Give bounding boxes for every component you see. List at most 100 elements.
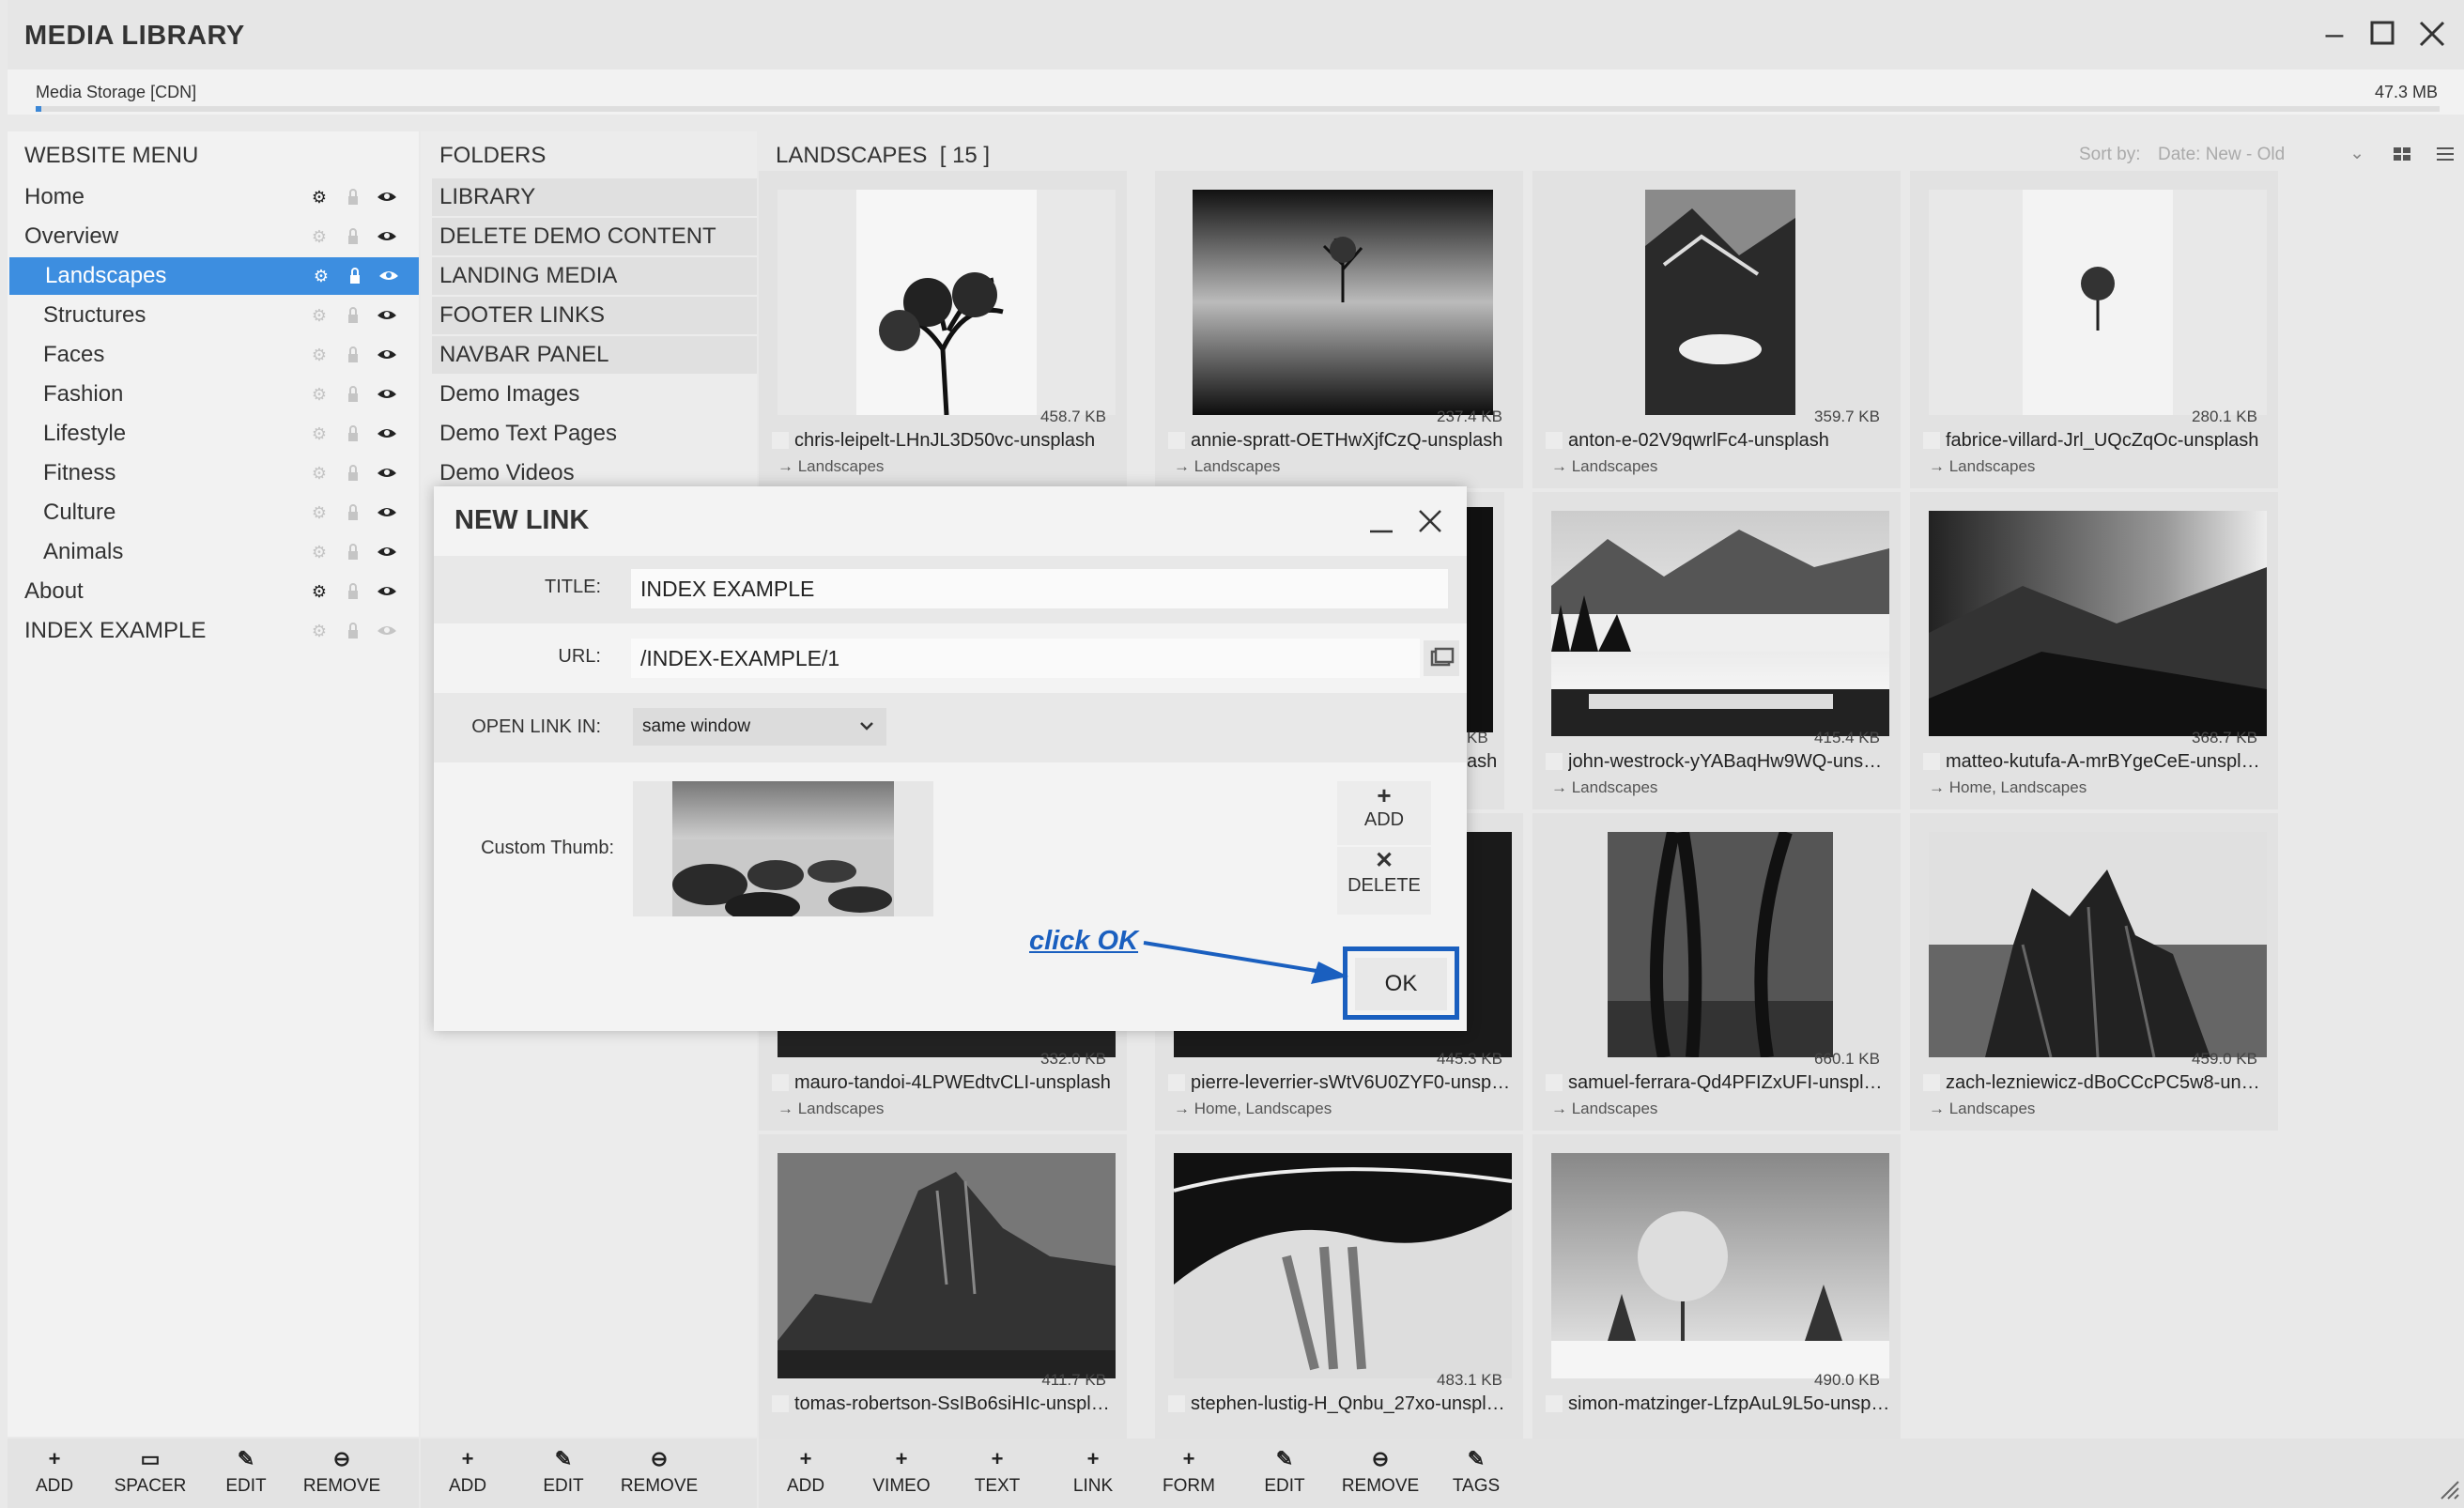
media-link-button[interactable]: + LINK — [1046, 1448, 1140, 1504]
media-edit-button[interactable]: ✎ EDIT — [1238, 1448, 1332, 1504]
folders-edit-button[interactable]: ✎ EDIT — [516, 1448, 610, 1504]
select-checkbox[interactable] — [772, 432, 789, 449]
gear-icon[interactable]: ⚙ — [308, 297, 331, 334]
ok-button[interactable]: OK — [1355, 958, 1447, 1010]
select-checkbox[interactable] — [772, 1395, 789, 1412]
gear-icon[interactable]: ⚙ — [308, 454, 331, 492]
media-thumbnail[interactable] — [1551, 832, 1889, 1057]
url-input[interactable]: /INDEX-EXAMPLE/1 — [631, 639, 1420, 678]
select-checkbox[interactable] — [1168, 1395, 1185, 1412]
menu-item-fitness[interactable]: Fitness ⚙ — [8, 454, 419, 492]
list-view-icon[interactable] — [2434, 143, 2456, 165]
media-thumbnail[interactable] — [1929, 832, 2267, 1057]
media-tile[interactable]: 483.1 KB stephen-lustig-H_Qnbu_27xo-unspl… — [1155, 1134, 1523, 1452]
lock-icon[interactable] — [342, 612, 364, 663]
select-checkbox[interactable] — [1168, 432, 1185, 449]
menu-item-landscapes[interactable]: Landscapes ⚙ — [9, 257, 419, 295]
media-thumbnail[interactable] — [1174, 1153, 1512, 1378]
folder-item-delete-demo-content[interactable]: DELETE DEMO CONTENT — [432, 218, 757, 255]
select-checkbox[interactable] — [1546, 432, 1563, 449]
media-add-button[interactable]: + ADD — [759, 1448, 853, 1504]
resize-grip-icon[interactable] — [2438, 1478, 2460, 1500]
media-text-button[interactable]: + TEXT — [950, 1448, 1044, 1504]
gear-icon[interactable]: ⚙ — [308, 612, 331, 650]
media-thumbnail[interactable] — [778, 190, 1116, 415]
folder-item-navbar-panel[interactable]: NAVBAR PANEL — [432, 336, 757, 374]
select-checkbox[interactable] — [772, 1074, 789, 1091]
sort-select[interactable]: Date: New - Old ⌄ — [2158, 144, 2364, 165]
menu-item-overview[interactable]: Overview ⚙ — [8, 218, 419, 255]
menu-item-animals[interactable]: Animals ⚙ — [8, 533, 419, 571]
gear-icon[interactable]: ⚙ — [308, 336, 331, 374]
gear-icon[interactable]: ⚙ — [308, 376, 331, 413]
title-input[interactable]: INDEX EXAMPLE — [631, 569, 1448, 608]
menu-item-structures[interactable]: Structures ⚙ — [8, 297, 419, 334]
media-tile[interactable]: 490.0 KB simon-matzinger-LfzpAuL9L5o-unsp… — [1532, 1134, 1901, 1452]
gear-icon[interactable]: ⚙ — [308, 573, 331, 610]
menu-remove-button[interactable]: ⊖ REMOVE — [295, 1448, 389, 1504]
gear-icon[interactable]: ⚙ — [308, 533, 331, 571]
menu-item-lifestyle[interactable]: Lifestyle ⚙ — [8, 415, 419, 453]
folders-add-button[interactable]: + ADD — [421, 1448, 515, 1504]
media-form-button[interactable]: + FORM — [1142, 1448, 1236, 1504]
gear-icon[interactable]: ⚙ — [308, 218, 331, 255]
menu-edit-button[interactable]: ✎ EDIT — [199, 1448, 293, 1504]
media-tile[interactable]: 458.7 KB chris-leipelt-LHnJL3D50vc-unspla… — [759, 171, 1127, 488]
media-tile[interactable]: 359.7 KB anton-e-02V9qwrlFc4-unsplash → La… — [1532, 171, 1901, 488]
gear-icon[interactable]: ⚙ — [308, 178, 331, 216]
select-checkbox[interactable] — [1168, 1074, 1185, 1091]
media-vimeo-button[interactable]: + VIMEO — [855, 1448, 948, 1504]
custom-thumb-image[interactable] — [672, 781, 894, 916]
folder-item-library[interactable]: LIBRARY — [432, 178, 757, 216]
gear-icon[interactable]: ⚙ — [308, 494, 331, 531]
media-tile[interactable]: 660.1 KB samuel-ferrara-Qd4PFIZxUFI-unspl… — [1532, 813, 1901, 1131]
gear-icon[interactable]: ⚙ — [310, 257, 332, 295]
menu-item-culture[interactable]: Culture ⚙ — [8, 494, 419, 531]
link-picker-icon[interactable] — [1424, 640, 1459, 676]
menu-item-about[interactable]: About ⚙ — [8, 573, 419, 610]
folder-item-landing-media[interactable]: LANDING MEDIA — [432, 257, 757, 295]
menu-item-faces[interactable]: Faces ⚙ — [8, 336, 419, 374]
media-tile[interactable]: 368.7 KB matteo-kutufa-A-mrBYgeCeE-unspla… — [1910, 492, 2278, 809]
dialog-close-icon[interactable] — [1416, 505, 1444, 539]
maximize-icon[interactable] — [2364, 15, 2402, 53]
thumb-add-button[interactable]: + ADD — [1337, 781, 1431, 845]
dialog-minimize-icon[interactable] — [1367, 505, 1395, 539]
media-thumbnail[interactable] — [1551, 511, 1889, 736]
eye-icon[interactable] — [376, 612, 398, 663]
select-checkbox[interactable] — [1546, 1074, 1563, 1091]
menu-spacer-button[interactable]: ▭ SPACER — [103, 1448, 197, 1504]
media-thumbnail[interactable] — [1551, 1153, 1889, 1378]
media-thumbnail[interactable] — [1929, 511, 2267, 736]
media-remove-button[interactable]: ⊖ REMOVE — [1333, 1448, 1427, 1504]
media-tile[interactable]: 459.0 KB zach-lezniewicz-dBoCCcPC5w8-unsp… — [1910, 813, 2278, 1131]
menu-add-button[interactable]: + ADD — [8, 1448, 101, 1504]
media-tile[interactable]: 280.1 KB fabrice-villard-Jrl_UQcZqOc-unsp… — [1910, 171, 2278, 488]
media-tile[interactable]: 415.4 KB john-westrock-yYABaqHw9WQ-unspla… — [1532, 492, 1901, 809]
menu-item-index-example[interactable]: INDEX EXAMPLE ⚙ — [8, 612, 419, 650]
thumb-delete-button[interactable]: ✕ DELETE — [1337, 847, 1431, 915]
gear-icon[interactable]: ⚙ — [308, 415, 331, 453]
close-icon[interactable] — [2413, 15, 2451, 53]
media-tags-button[interactable]: ✎ TAGS — [1429, 1448, 1523, 1504]
media-thumbnail[interactable] — [778, 1153, 1116, 1378]
select-checkbox[interactable] — [1923, 432, 1940, 449]
select-checkbox[interactable] — [1923, 1074, 1940, 1091]
folder-item-demo-images[interactable]: Demo Images — [432, 376, 757, 413]
minimize-icon[interactable]: – — [2316, 15, 2353, 53]
folder-item-footer-links[interactable]: FOOTER LINKS — [432, 297, 757, 334]
menu-item-home[interactable]: Home ⚙ — [8, 178, 419, 216]
menu-item-fashion[interactable]: Fashion ⚙ — [8, 376, 419, 413]
media-thumbnail[interactable] — [1929, 190, 2267, 415]
media-thumbnail[interactable] — [1174, 190, 1512, 415]
media-tile[interactable]: 411.7 KB tomas-robertson-SsIBo6siHIc-unsp… — [759, 1134, 1127, 1452]
open-link-select[interactable]: same window — [633, 708, 886, 746]
grid-view-icon[interactable] — [2391, 143, 2413, 165]
folders-remove-button[interactable]: ⊖ REMOVE — [612, 1448, 706, 1504]
folder-item-demo-text-pages[interactable]: Demo Text Pages — [432, 415, 757, 453]
select-checkbox[interactable] — [1546, 1395, 1563, 1412]
media-tile[interactable]: 237.4 KB annie-spratt-OETHwXjfCzQ-unsplas… — [1155, 171, 1523, 488]
select-checkbox[interactable] — [1546, 753, 1563, 770]
media-thumbnail[interactable] — [1551, 190, 1889, 415]
select-checkbox[interactable] — [1923, 753, 1940, 770]
